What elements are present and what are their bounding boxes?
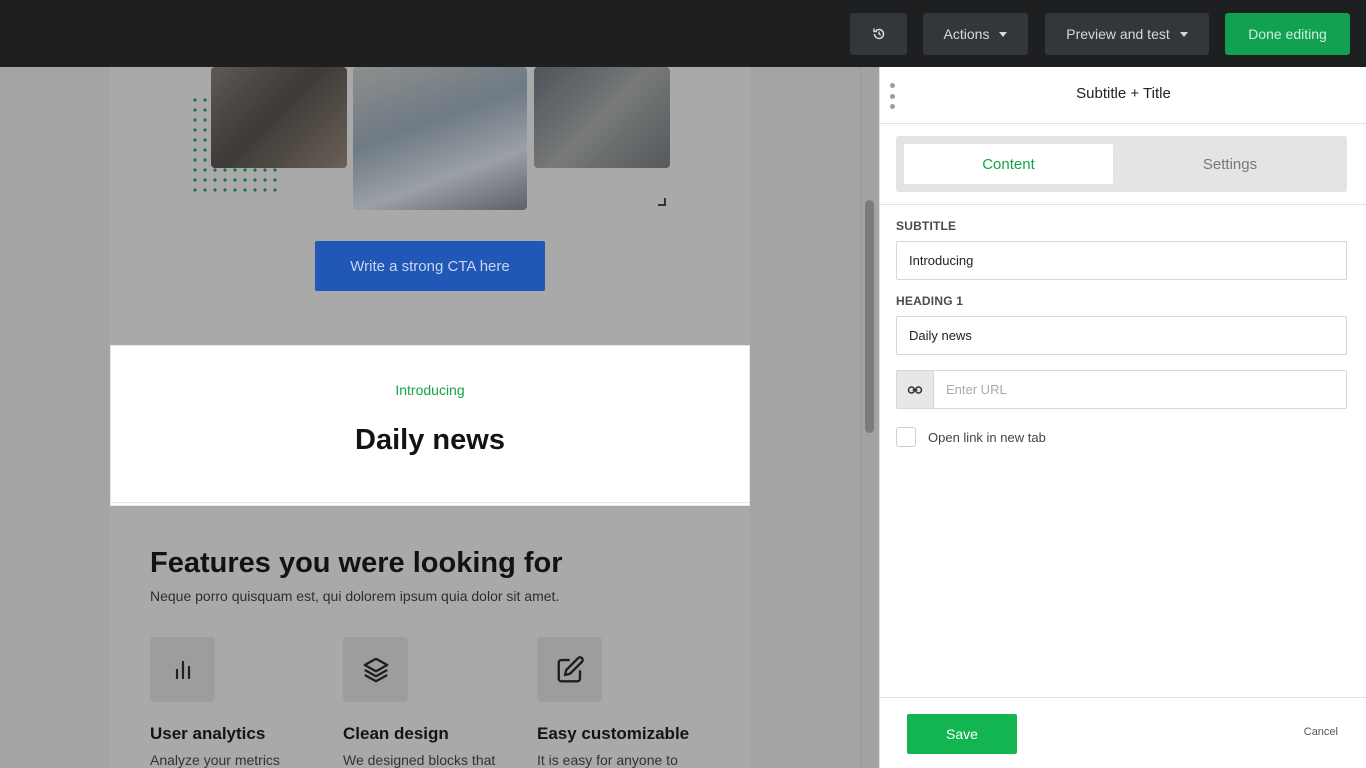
feature-text: Analyze your metrics bbox=[150, 752, 280, 768]
feature-title: Clean design bbox=[343, 724, 449, 743]
team-photo-1 bbox=[211, 67, 347, 168]
team-photo-2 bbox=[353, 67, 527, 210]
edit-icon bbox=[557, 655, 584, 682]
save-button[interactable]: Save bbox=[907, 714, 1017, 754]
subtitle-input[interactable] bbox=[896, 241, 1347, 280]
block-heading: Daily news bbox=[355, 424, 505, 456]
actions-dropdown[interactable]: Actions bbox=[923, 13, 1028, 55]
feature-item: Easy customizable It is easy for anyone … bbox=[537, 637, 717, 768]
feature-title: Easy customizable bbox=[537, 724, 690, 743]
link-icon bbox=[907, 385, 923, 394]
tab-settings[interactable]: Settings bbox=[1121, 144, 1339, 184]
panel-footer: Save Cancel bbox=[880, 697, 1366, 768]
block-subtitle: Introducing bbox=[395, 382, 465, 398]
features-title: Features you were looking for bbox=[150, 547, 563, 579]
team-photo-3 bbox=[534, 67, 670, 168]
cancel-link[interactable]: Cancel bbox=[1304, 726, 1338, 738]
feature-title: User analytics bbox=[150, 724, 266, 743]
new-tab-checkbox[interactable] bbox=[896, 427, 916, 447]
new-tab-option[interactable]: Open link in new tab bbox=[896, 427, 1046, 447]
top-toolbar: Actions Preview and test Done editing bbox=[0, 0, 1366, 67]
subtitle-label: SUBTITLE bbox=[896, 219, 957, 233]
preview-label: Preview and test bbox=[1066, 26, 1170, 42]
panel-title: Subtitle + Title bbox=[1076, 85, 1171, 102]
features-subtitle: Neque porro quisquam est, qui dolorem ip… bbox=[150, 588, 560, 604]
tab-content[interactable]: Content bbox=[904, 144, 1113, 184]
block-divider bbox=[111, 502, 749, 503]
url-field-group bbox=[896, 370, 1347, 409]
canvas-scrollbar[interactable] bbox=[860, 67, 879, 768]
layers-icon bbox=[363, 657, 388, 682]
feature-text: It is easy for anyone to bbox=[537, 752, 678, 768]
feature-text: We designed blocks that bbox=[343, 752, 496, 768]
scrollbar-thumb[interactable] bbox=[865, 200, 874, 433]
heading-label: HEADING 1 bbox=[896, 294, 964, 308]
feature-icon-box bbox=[537, 637, 602, 702]
link-addon bbox=[897, 371, 934, 408]
bar-chart-icon bbox=[175, 660, 190, 679]
done-editing-button[interactable]: Done editing bbox=[1225, 13, 1350, 55]
new-tab-label: Open link in new tab bbox=[928, 429, 1046, 445]
preview-dropdown[interactable]: Preview and test bbox=[1045, 13, 1209, 55]
email-preview: Write a strong CTA here Introducing Dail… bbox=[110, 67, 750, 768]
feature-icon-box bbox=[150, 637, 215, 702]
cta-button[interactable]: Write a strong CTA here bbox=[315, 241, 545, 291]
caret-down-icon bbox=[999, 31, 1008, 37]
caret-down-icon bbox=[1179, 31, 1188, 37]
heading-input[interactable] bbox=[896, 316, 1347, 355]
history-button[interactable] bbox=[850, 13, 907, 55]
feature-icon-box bbox=[343, 637, 408, 702]
subtitle-title-block[interactable]: Introducing Daily news bbox=[110, 345, 750, 506]
url-input[interactable] bbox=[934, 371, 1346, 408]
block-settings-panel: Subtitle + Title Content Settings SUBTIT… bbox=[879, 67, 1366, 768]
history-icon bbox=[872, 28, 884, 40]
actions-label: Actions bbox=[943, 26, 990, 42]
tabs-divider bbox=[880, 204, 1366, 205]
feature-item: Clean design We designed blocks that bbox=[343, 637, 523, 768]
editor-canvas: Write a strong CTA here Introducing Dail… bbox=[0, 67, 860, 768]
resize-handle-icon[interactable] bbox=[658, 198, 666, 206]
panel-header: Subtitle + Title bbox=[880, 67, 1366, 124]
feature-item: User analytics Analyze your metrics bbox=[150, 637, 330, 768]
hero-photos bbox=[110, 67, 750, 217]
panel-tabs: Content Settings bbox=[896, 136, 1347, 192]
